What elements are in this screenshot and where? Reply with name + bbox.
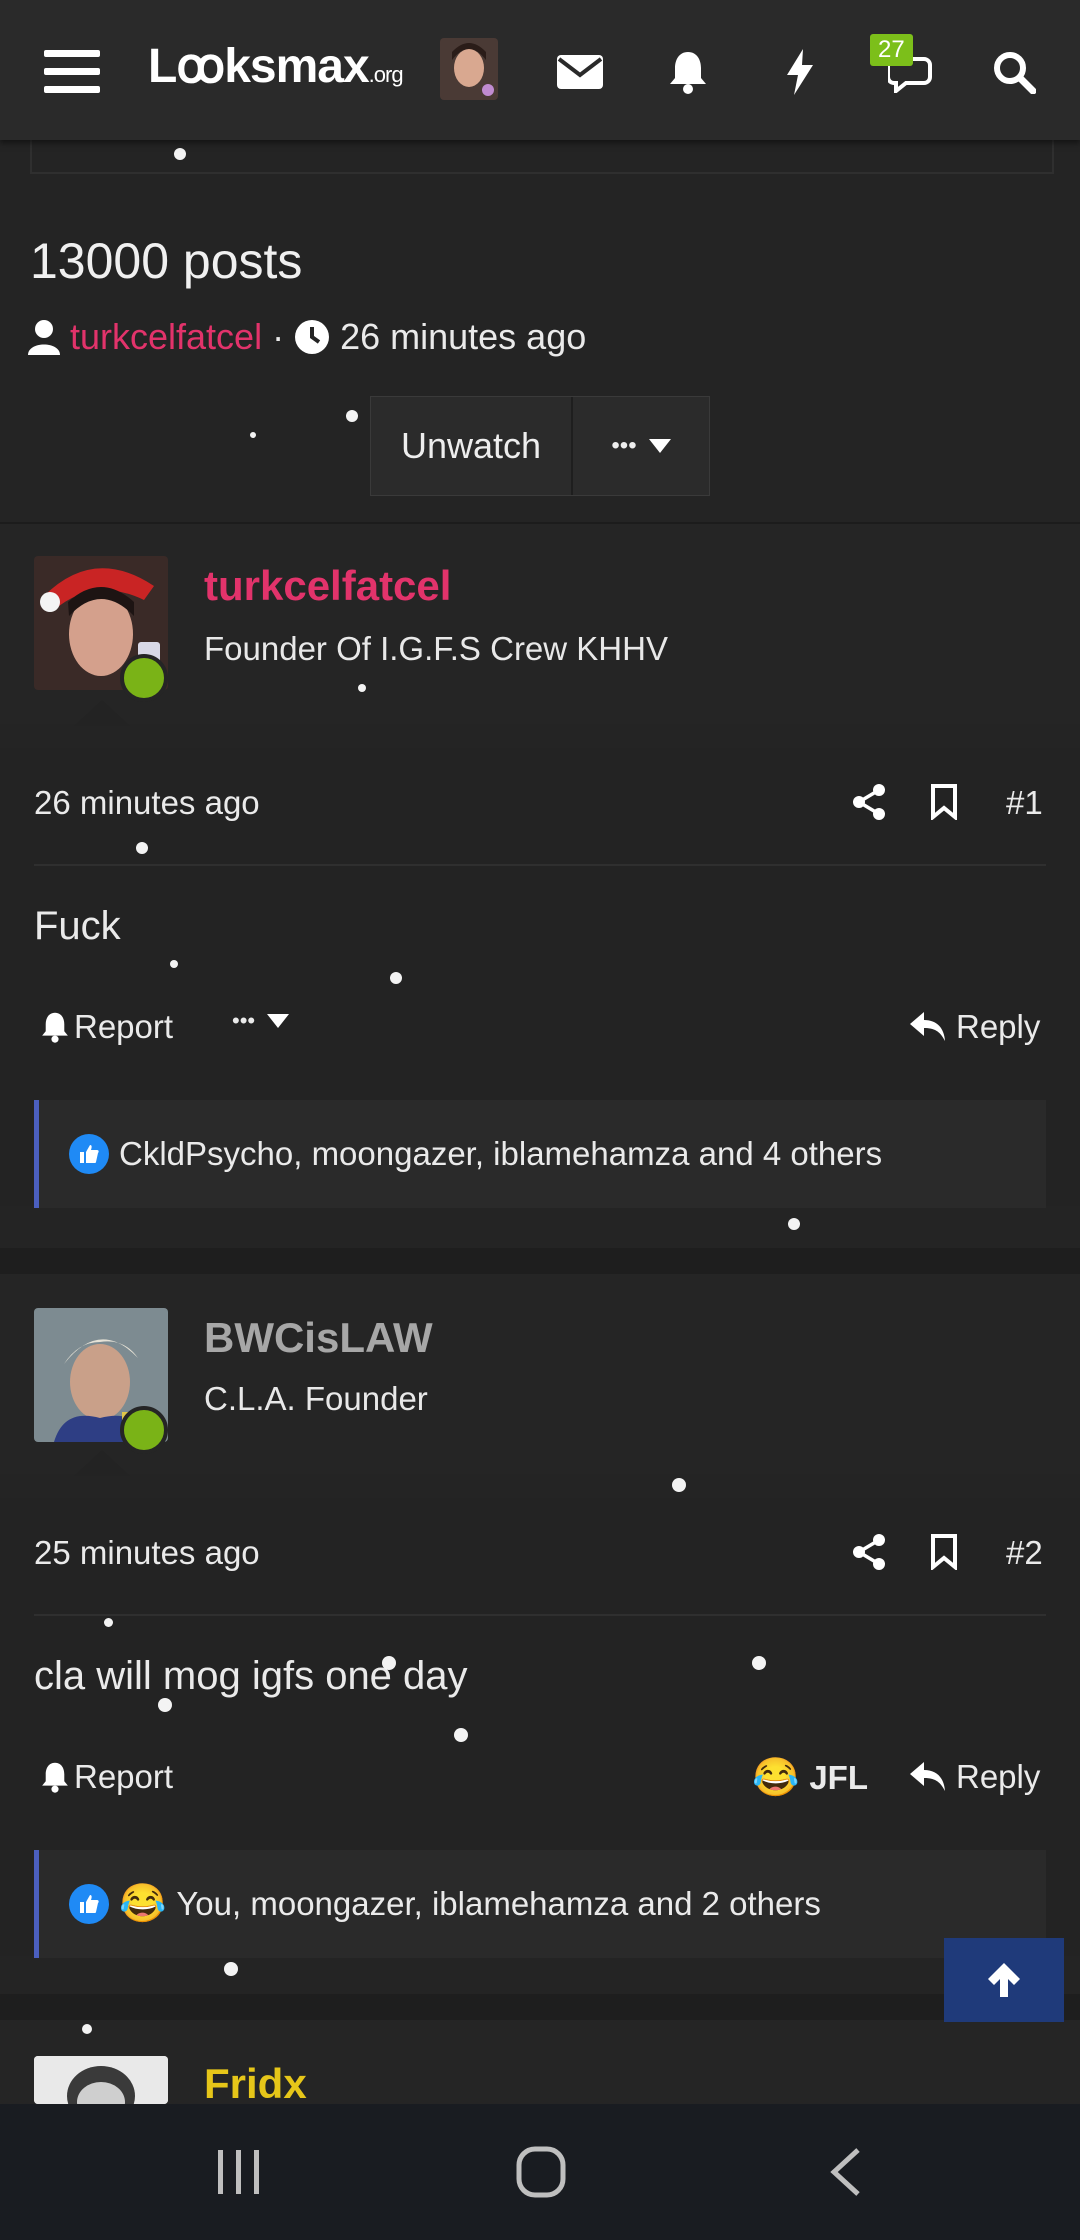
divider [34,1614,1046,1616]
snowflake [136,842,148,854]
system-navigation-bar [0,2104,1080,2240]
unwatch-button[interactable]: Unwatch [371,397,571,495]
post-2-reply-button[interactable]: Reply [910,1758,1040,1796]
back-icon[interactable] [828,2148,862,2196]
chevron-down-icon [648,439,671,453]
arrow-up-icon [988,1963,1020,1997]
snowflake [788,1218,800,1230]
snowflake [82,2024,92,2034]
thread-author-link[interactable]: turkcelfatcel [70,316,262,358]
scroll-to-top-button[interactable] [944,1938,1064,2022]
laughing-emoji-icon: 😂 [752,1757,800,1799]
post-1-user-block: turkcelfatcel Founder Of I.G.F.S Crew KH… [0,524,1080,726]
thread-title: 13000 posts [30,233,303,289]
inbox-icon[interactable] [544,36,616,108]
hamburger-menu-icon[interactable] [36,36,108,108]
site-logo[interactable]: Lꝏksmax.org [148,38,404,94]
thread-meta: turkcelfatcel · 26 minutes ago [28,316,586,358]
snowflake [382,1656,396,1670]
snowflake [104,1618,113,1627]
share-icon[interactable] [852,784,886,820]
home-icon[interactable] [516,2146,566,2198]
post-1-reactions-text: CkldPsycho, moongazer, iblamehamza and 4… [119,1135,883,1172]
post-1: 26 minutes ago #1 Fuck Report ••• Reply … [0,748,1080,1208]
post-2-user-block: BWCisLAW C.L.A. Founder [0,1274,1080,1476]
post-1-more-button[interactable]: ••• [232,1008,290,1034]
post-2-report-button[interactable]: Report [40,1758,173,1796]
bell-icon [42,1762,68,1793]
reply-icon [910,1012,945,1041]
bookmark-icon[interactable] [930,1534,958,1570]
post-2-jfl-reaction-button[interactable]: 😂 JFL [752,1756,868,1800]
post-1-username[interactable]: turkcelfatcel [204,562,451,610]
snowflake [158,1698,172,1712]
snowflake [224,1962,238,1976]
thread-more-button[interactable]: ••• [571,397,709,495]
chat-count-badge: 27 [870,34,913,66]
clock-icon [295,320,330,354]
thread-actions: Unwatch ••• [370,396,710,496]
snowflake [358,684,366,692]
snowflake [174,148,186,160]
post-2: 25 minutes ago #2 cla will mog igfs one … [0,1498,1080,1958]
reply-icon [910,1762,945,1791]
online-indicator [120,654,168,702]
snowflake [250,432,256,438]
like-reaction-icon [69,1884,109,1924]
post-1-user-title: Founder Of I.G.F.S Crew KHHV [204,630,668,667]
post-1-reactions[interactable]: CkldPsycho, moongazer, iblamehamza and 4… [34,1100,1046,1208]
bell-icon [42,1012,68,1043]
post-2-number[interactable]: #2 [1006,1534,1043,1572]
recent-apps-icon[interactable] [216,2148,262,2196]
account-avatar[interactable] [440,38,498,100]
bookmark-icon[interactable] [930,784,958,820]
bell-icon[interactable] [652,36,724,108]
post-2-reactions-text: You, moongazer, iblamehamza and 2 others [176,1885,821,1922]
post-3-username[interactable]: Fridx [204,2060,307,2108]
online-indicator [120,1406,168,1454]
user-icon [28,320,60,355]
post-2-content: cla will mog igfs one day [34,1654,468,1698]
share-icon[interactable] [852,1534,886,1570]
divider [0,1248,1080,1274]
meta-separator: · [272,316,285,357]
post-2-time[interactable]: 25 minutes ago [34,1534,260,1572]
post-1-time[interactable]: 26 minutes ago [34,784,260,822]
post-2-user-title: C.L.A. Founder [204,1380,428,1417]
post-3-user-block: Fridx [0,2020,1080,2107]
snowflake [752,1656,766,1670]
whats-new-bolt-icon[interactable] [764,36,836,108]
snowflake [346,410,358,422]
laughing-emoji-icon: 😂 [119,1883,167,1925]
user-arrow [74,1450,130,1476]
snowflake [390,972,402,984]
chevron-down-icon [267,1014,290,1028]
top-bar: Lꝏksmax.org 27 [0,0,1080,140]
post-1-content: Fuck [34,904,121,948]
snowflake [170,960,178,968]
search-icon[interactable] [978,36,1050,108]
divider [0,1994,1080,2020]
snowflake [454,1728,468,1742]
user-arrow [74,700,130,726]
thread-time: 26 minutes ago [340,316,587,357]
divider [34,864,1046,866]
post-2-reactions[interactable]: 😂 You, moongazer, iblamehamza and 2 othe… [34,1850,1046,1958]
snowflake [672,1478,686,1492]
like-reaction-icon [69,1134,109,1174]
post-2-username[interactable]: BWCisLAW [204,1314,433,1362]
post-1-reply-button[interactable]: Reply [910,1008,1040,1046]
post-1-report-button[interactable]: Report [40,1008,173,1046]
post-1-number[interactable]: #1 [1006,784,1043,822]
post-3-avatar[interactable] [34,2056,168,2104]
